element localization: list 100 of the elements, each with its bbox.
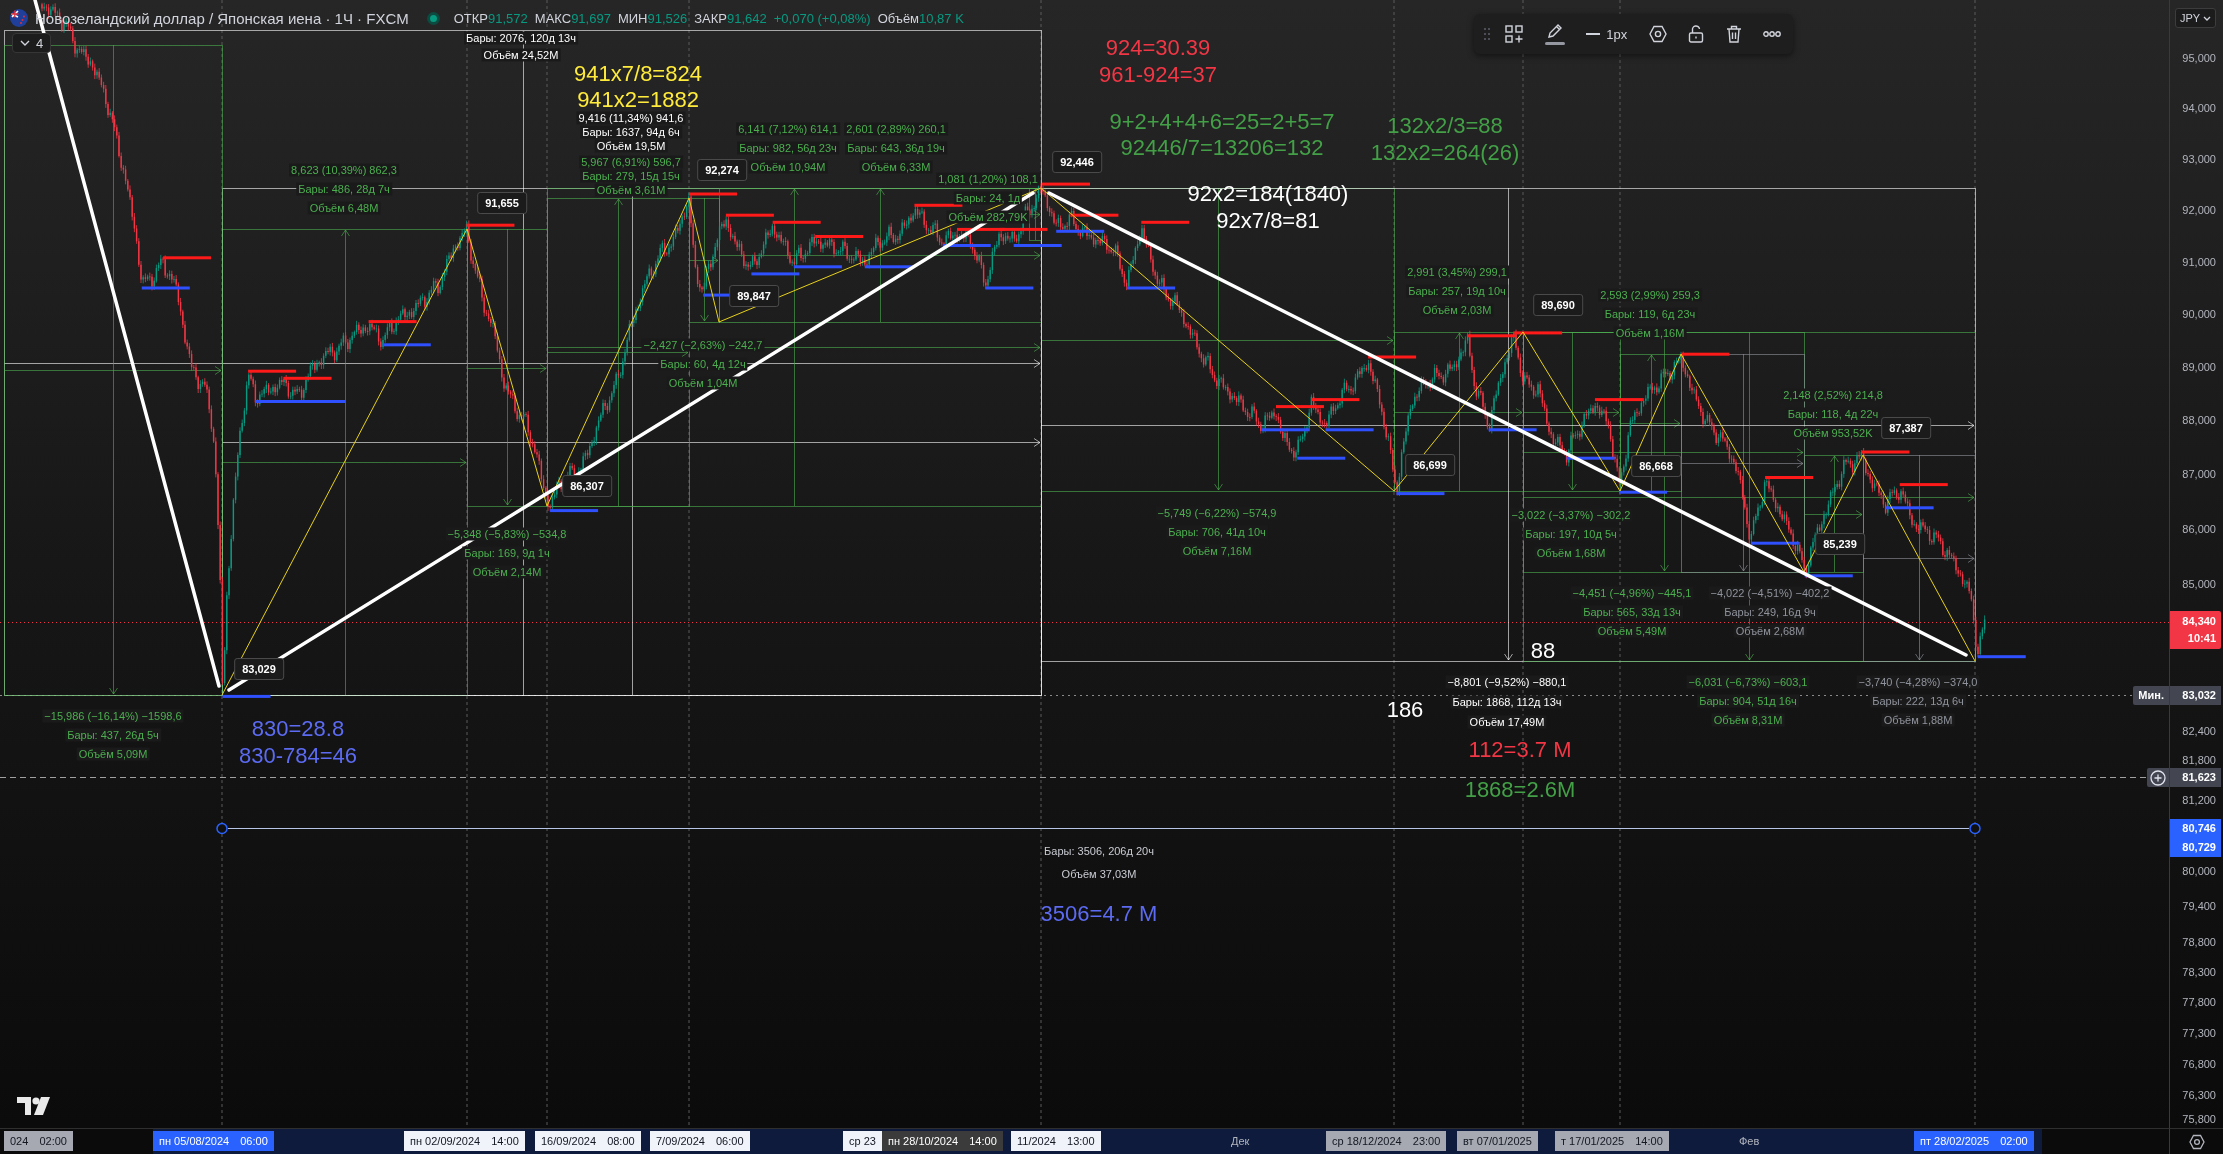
time-label: 16/09/2024 08:00 <box>535 1131 641 1151</box>
time-label: Дек <box>1230 1134 1251 1149</box>
lock-icon[interactable] <box>1688 25 1705 43</box>
pivot-high-marker <box>1141 220 1190 224</box>
measure-text: Объём 2,68M <box>1733 624 1807 638</box>
ohlc-value: 91,642 <box>727 10 767 26</box>
price-tick: 81,800 <box>2182 754 2216 766</box>
measure-text: Объём 19,5M <box>594 139 668 153</box>
pivot-high-marker <box>1311 398 1360 402</box>
annotation-text: 186 <box>1386 697 1424 723</box>
pivot-low-marker <box>1885 506 1934 510</box>
pivot-low-marker <box>751 272 800 276</box>
measure-text: Объём 953,52K <box>1791 426 1875 440</box>
measure-text: 8,623 (10,39%) 862,3 <box>289 163 399 177</box>
drag-handle-icon[interactable] <box>1484 28 1490 40</box>
last-price: 84,340 <box>2182 614 2216 629</box>
price-tick: 95,000 <box>2182 52 2216 64</box>
pivot-low-marker <box>1325 428 1374 432</box>
chevron-down-icon[interactable] <box>2203 15 2212 21</box>
pivot-low-marker <box>1488 428 1537 432</box>
time-label: ср 18/12/2024 23:00 <box>1326 1131 1447 1151</box>
measure-text: Бары: 24, 1д <box>953 191 1023 205</box>
trash-icon[interactable] <box>1725 25 1742 43</box>
pivot-low-marker <box>382 343 431 347</box>
pivot-low-marker <box>1261 428 1310 432</box>
measure-text: Бары: 1868, 112д 13ч <box>1450 695 1564 709</box>
measure-text: 1,081 (1,20%) 108,1 <box>936 172 1040 186</box>
range-handle[interactable] <box>216 822 228 835</box>
pivot-low-marker <box>1804 574 1853 578</box>
time-label: пн 05/08/2024 06:00 <box>153 1131 274 1151</box>
annotation-text: 9+2+4+4+6=25=2+5=7 <box>1109 109 1335 135</box>
chevron-down-icon[interactable] <box>20 40 30 46</box>
grid-plus-icon[interactable] <box>1505 25 1524 43</box>
measure-text: Объём 1,04M <box>666 376 740 390</box>
price-tick: 93,000 <box>2182 153 2216 165</box>
annotation-text: 830=28.8 <box>251 716 345 742</box>
more-icon[interactable] <box>1762 31 1781 37</box>
ohlc-value: 91,526 <box>647 10 688 26</box>
price-tick: 78,800 <box>2182 936 2216 948</box>
price-callout: 86,699 <box>1405 454 1455 476</box>
volume-value: 10,87 K <box>919 10 964 26</box>
ohlc-label: ЗАКР <box>694 10 727 26</box>
annotation-text: 92x2=184(1840) <box>1187 181 1349 207</box>
price-callout: 92,446 <box>1052 151 1102 173</box>
range-price-label: 80,746 <box>2170 819 2221 838</box>
bar-countdown: 10:41 <box>2187 631 2216 646</box>
pivot-low-marker <box>1750 541 1799 545</box>
logo-icon[interactable] <box>17 1097 51 1115</box>
ohlc-value: 91,572 <box>488 10 528 26</box>
pencil-icon[interactable] <box>1544 23 1565 45</box>
pivot-high-marker <box>725 213 774 217</box>
measure-text: Объём 5,09M <box>76 747 150 761</box>
price-callout: 83,029 <box>234 658 284 680</box>
time-label: 7/09/2024 06:00 <box>650 1131 750 1151</box>
indicators-button[interactable]: 4 <box>12 33 52 53</box>
price-tick: 76,300 <box>2182 1089 2216 1101</box>
price-tick: 86,000 <box>2182 523 2216 535</box>
measure-text: Объём 1,88M <box>1881 713 1955 727</box>
measure-text: Бары: 197, 10д 5ч <box>1523 527 1619 541</box>
annotation-text: 924=30.39 <box>1105 35 1211 61</box>
annotation-text: 941x7/8=824 <box>574 61 702 87</box>
measure-text: Объём 10,94M <box>748 160 828 174</box>
measure-text: Бары: 706, 41д 10ч <box>1166 525 1268 539</box>
currency-button[interactable]: JPY <box>2175 8 2217 28</box>
measure-text: Бары: 2076, 120д 13ч <box>464 31 578 45</box>
ohlc-label: МАКС <box>534 10 572 26</box>
pivot-low-marker <box>985 286 1034 290</box>
range-handle[interactable] <box>1969 822 1981 835</box>
measure-text: −2,427 (−2,63%) −242,7 <box>641 338 765 352</box>
price-callout: 89,847 <box>729 285 779 307</box>
pivot-low-marker <box>550 509 599 513</box>
pivot-high-marker <box>1861 450 1910 454</box>
pivot-high-marker <box>1275 405 1324 409</box>
pivot-high-marker <box>163 256 212 260</box>
measure-text: Объём 2,14M <box>470 565 544 579</box>
time-label: пн 28/10/2024 14:00 <box>882 1131 1003 1151</box>
pivot-high-marker <box>283 376 332 380</box>
line-icon[interactable] <box>1586 33 1601 35</box>
line-width-button[interactable]: 1px <box>1580 21 1634 47</box>
pivot-high-marker <box>689 192 737 196</box>
price-change: +0,070 (+0,08%) <box>773 10 871 26</box>
low-label: Мин. <box>2133 686 2169 705</box>
measure-text: Объём 17,49M <box>1467 715 1547 729</box>
annotation-text: 132x2=264(26) <box>1370 140 1520 166</box>
settings-icon[interactable] <box>1648 25 1667 43</box>
price-tick: 75,800 <box>2182 1113 2216 1125</box>
measure-text: 2,148 (2,52%) 214,8 <box>1781 388 1885 402</box>
pivot-high-marker <box>368 320 417 324</box>
measure-text: Объём 6,48M <box>307 201 381 215</box>
pivot-high-marker <box>1765 476 1814 479</box>
measure-text: −4,022 (−4,51%) −402,2 <box>1708 586 1832 600</box>
crosshair-price-label: 81,623 <box>2170 768 2221 787</box>
measure-text: −5,749 (−6,22%) −574,9 <box>1155 506 1279 520</box>
measure-text: Бары: 60, 4д 12ч <box>658 357 748 371</box>
measure-text: −15,986 (−16,14%) −1598,6 <box>42 709 184 723</box>
ohlc-value: 91,697 <box>571 10 611 26</box>
pivot-low-marker <box>1977 655 2026 659</box>
measure-text: Бары: 169, 9д 1ч <box>462 546 552 560</box>
measure-text: −6,031 (−6,73%) −603,1 <box>1686 675 1810 689</box>
measure-text: Объём 6,33M <box>859 160 933 174</box>
